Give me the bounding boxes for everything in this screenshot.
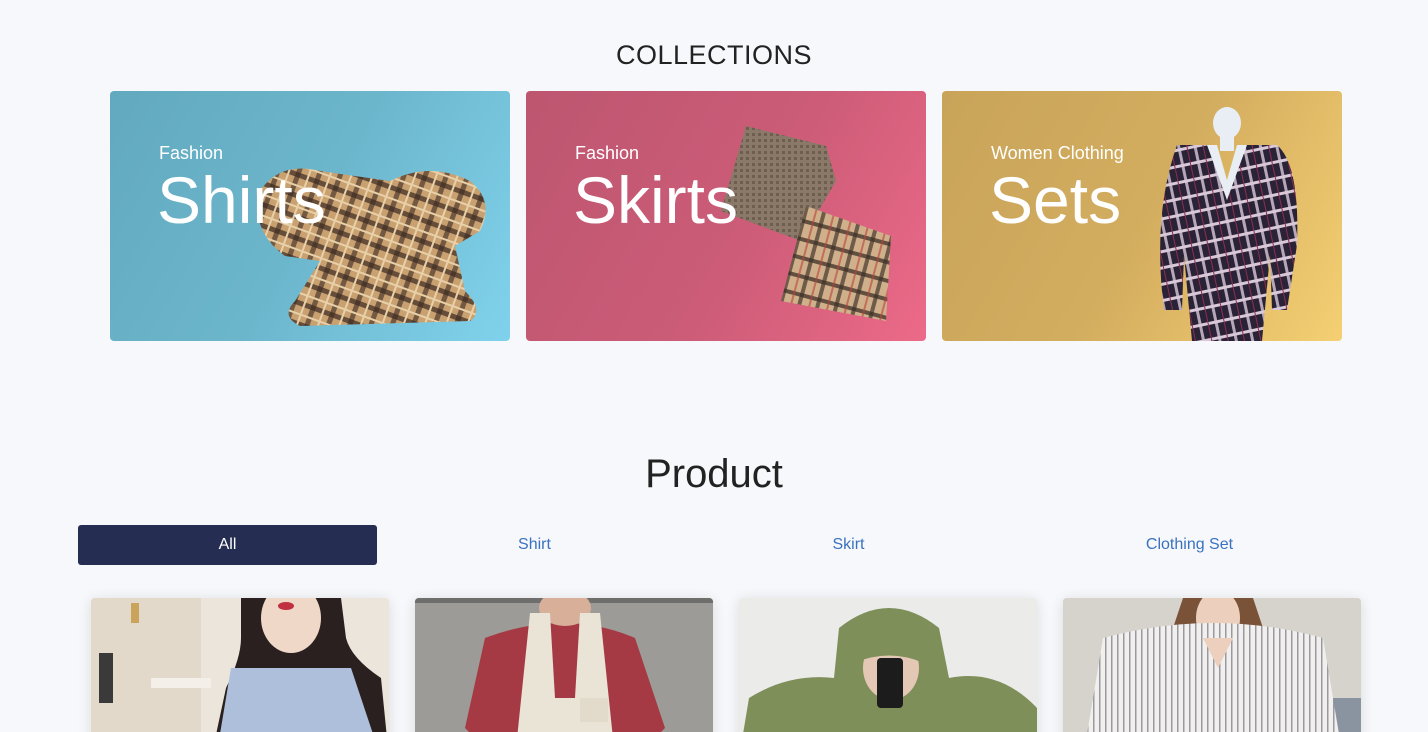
skirt-image (721, 126, 891, 321)
product-image (415, 598, 713, 732)
product-image (91, 598, 389, 732)
card-eyebrow: Women Clothing (991, 143, 1124, 163)
page: COLLECTIONS Fashion Shirts Fashion Skirt… (0, 0, 1428, 732)
card-title: Skirts (573, 163, 738, 237)
collection-card-shirts[interactable]: Fashion Shirts (110, 91, 510, 341)
collection-card-sets[interactable]: Women Clothing Sets (942, 91, 1342, 341)
product-card[interactable] (739, 598, 1037, 732)
card-title: Sets (989, 163, 1122, 237)
card-eyebrow: Fashion (575, 143, 640, 163)
tab-skirt[interactable]: Skirt (699, 525, 998, 565)
tab-clothing-set[interactable]: Clothing Set (1040, 525, 1339, 565)
collections-heading: COLLECTIONS (615, 40, 813, 70)
product-card[interactable] (1063, 598, 1361, 732)
tab-all[interactable]: All (78, 525, 377, 565)
tab-shirt[interactable]: Shirt (385, 525, 684, 565)
clothing-set-image (1160, 107, 1298, 341)
collection-card-skirts[interactable]: Fashion Skirts (526, 91, 926, 341)
product-image (739, 598, 1037, 732)
product-card[interactable] (91, 598, 389, 732)
product-heading: Product (645, 452, 783, 496)
product-image (1063, 598, 1361, 732)
card-eyebrow: Fashion (159, 143, 224, 163)
product-card[interactable] (415, 598, 713, 732)
card-title: Shirts (157, 163, 326, 237)
